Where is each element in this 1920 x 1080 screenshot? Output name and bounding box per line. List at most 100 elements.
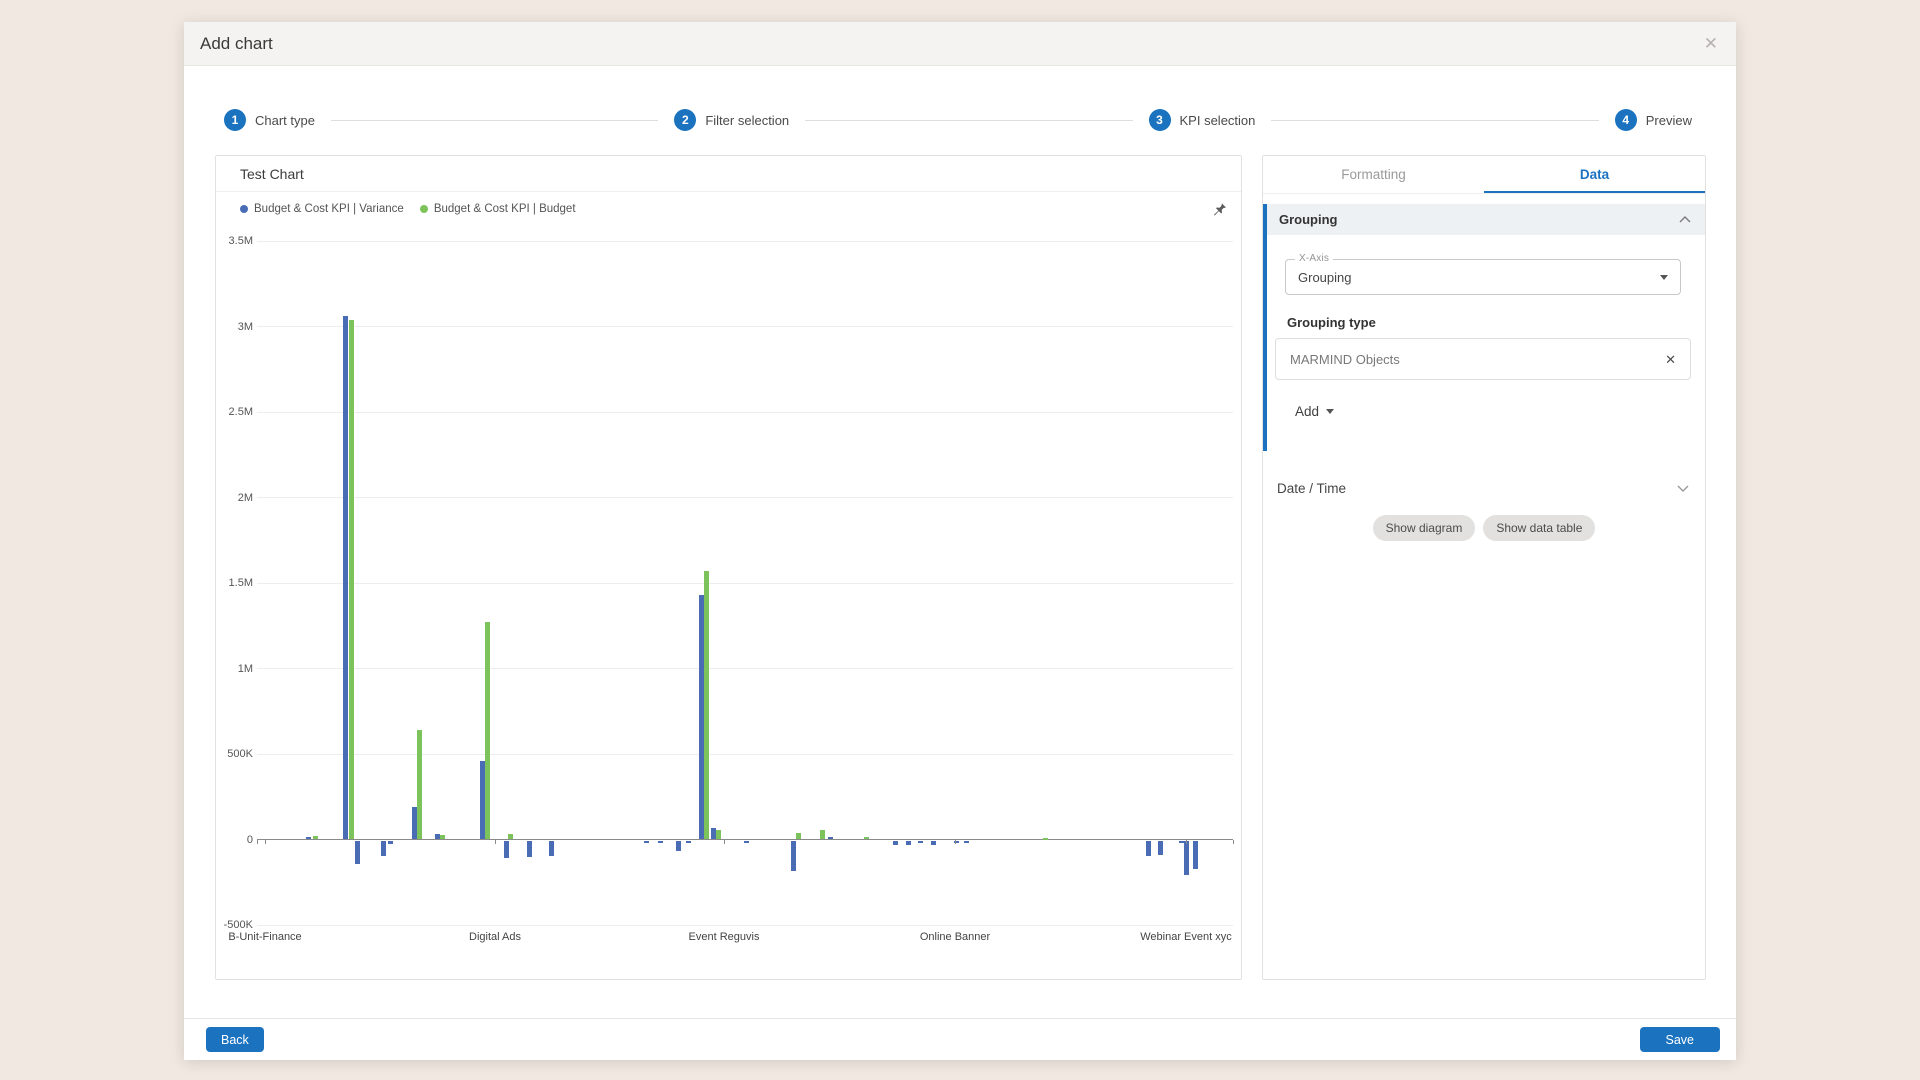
x-axis-category-label: Event Reguvis (689, 931, 760, 943)
tab-data[interactable]: Data (1484, 156, 1705, 193)
bar (964, 841, 969, 843)
bar (791, 841, 796, 872)
x-axis-tick (265, 840, 266, 844)
legend-item-variance[interactable]: Budget & Cost KPI | Variance (240, 203, 404, 215)
y-axis-tick-label: 2.5M (212, 405, 253, 419)
bar (549, 841, 554, 856)
modal-footer: Back Save (184, 1018, 1736, 1060)
bar (676, 841, 681, 851)
add-dropdown-button[interactable]: Add (1295, 404, 1334, 419)
x-axis-category-label: Webinar Event xyc (1140, 931, 1232, 943)
bar (306, 837, 311, 840)
bar (381, 841, 386, 856)
panel-actions: Show diagram Show data table (1263, 515, 1705, 541)
bar (931, 841, 936, 845)
show-data-table-button[interactable]: Show data table (1483, 515, 1595, 541)
bar (704, 571, 709, 839)
grouping-accordion-body: X-Axis Grouping Grouping type MARMIND Ob… (1263, 235, 1705, 451)
bar (313, 836, 318, 839)
chart-legend: Budget & Cost KPI | Variance Budget & Co… (216, 196, 1241, 222)
bar (1158, 841, 1163, 856)
bar (1043, 838, 1048, 840)
bar (644, 841, 649, 843)
legend-item-budget[interactable]: Budget & Cost KPI | Budget (420, 203, 576, 215)
bar (828, 837, 833, 839)
bar (1193, 841, 1198, 869)
x-axis-tick (955, 840, 956, 844)
bar (485, 622, 490, 839)
bar (918, 841, 923, 843)
bar (796, 833, 801, 840)
x-axis-category-label: Online Banner (920, 931, 990, 943)
stepper: 1 Chart type 2 Filter selection 3 KPI se… (184, 100, 1736, 140)
legend-dot-variance (240, 205, 248, 213)
y-axis-tick-label: 1.5M (212, 576, 253, 590)
step-chart-type[interactable]: 1 Chart type (224, 109, 315, 131)
step-kpi-selection[interactable]: 3 KPI selection (1149, 109, 1256, 131)
chevron-up-icon (1679, 216, 1691, 223)
gridline (257, 497, 1233, 498)
bar (820, 830, 825, 839)
grouping-type-input[interactable]: MARMIND Objects ✕ (1275, 338, 1691, 380)
gridline (257, 668, 1233, 669)
gridline (257, 326, 1233, 327)
clear-icon[interactable]: ✕ (1665, 353, 1676, 366)
add-chart-modal: Add chart ✕ 1 Chart type 2 Filter select… (184, 22, 1736, 1060)
panel-tabs: Formatting Data (1263, 156, 1705, 194)
y-axis-tick-label: 3.5M (212, 234, 253, 248)
gridline (257, 583, 1233, 584)
bar (388, 841, 393, 845)
back-button[interactable]: Back (206, 1027, 264, 1052)
bar (686, 841, 691, 844)
settings-panel: Formatting Data Grouping X-Axis Grouping (1262, 155, 1706, 980)
x-axis-category-label: Digital Ads (469, 931, 521, 943)
date-time-section-header[interactable]: Date / Time (1263, 473, 1705, 503)
pin-icon[interactable] (1212, 202, 1227, 217)
stepper-connector (805, 120, 1132, 121)
bar (343, 316, 348, 839)
bar-chart-plot: 3.5M3M2.5M2M1.5M1M500K0-500KB-Unit-Finan… (257, 241, 1233, 925)
grouping-accordion-header[interactable]: Grouping (1263, 204, 1705, 235)
stepper-connector (1271, 120, 1598, 121)
x-axis-select[interactable]: X-Axis Grouping (1285, 259, 1681, 295)
save-button[interactable]: Save (1640, 1027, 1721, 1052)
gridline (257, 925, 1233, 926)
close-icon[interactable]: ✕ (1704, 35, 1718, 52)
x-axis-tick (1186, 840, 1187, 844)
bar (417, 730, 422, 839)
step-filter-selection[interactable]: 2 Filter selection (674, 109, 789, 131)
step-4-badge: 4 (1615, 109, 1637, 131)
x-axis-tick (724, 840, 725, 844)
y-axis-tick-label: 3M (212, 320, 253, 334)
stepper-connector (331, 120, 658, 121)
gridline (257, 241, 1233, 242)
chart-preview-card: Test Chart Budget & Cost KPI | Variance … (215, 155, 1242, 980)
y-axis-tick-label: 1M (212, 662, 253, 676)
step-preview[interactable]: 4 Preview (1615, 109, 1692, 131)
grouping-accordion: Grouping X-Axis Grouping Grouping type M… (1263, 204, 1705, 451)
bar (906, 841, 911, 845)
chevron-down-icon (1660, 275, 1668, 280)
bar (893, 841, 898, 845)
bar (1184, 841, 1189, 875)
bar (658, 841, 663, 843)
page-background: Add chart ✕ 1 Chart type 2 Filter select… (0, 0, 1920, 1080)
grouping-type-label: Grouping type (1287, 315, 1691, 330)
modal-title: Add chart (200, 34, 273, 54)
legend-dot-budget (420, 205, 428, 213)
y-axis-tick-label: -500K (212, 918, 253, 932)
bar (349, 320, 354, 840)
bar (440, 835, 445, 839)
chart-title: Test Chart (216, 156, 1241, 192)
chevron-down-icon (1677, 485, 1689, 492)
x-axis-category-label: B-Unit-Finance (228, 931, 301, 943)
bar (716, 830, 721, 839)
x-axis-tick (1233, 840, 1234, 844)
x-axis-tick (495, 840, 496, 844)
y-axis-tick-label: 500K (212, 747, 253, 761)
bar (504, 841, 509, 858)
show-diagram-button[interactable]: Show diagram (1373, 515, 1476, 541)
bar (527, 841, 532, 857)
gridline (257, 754, 1233, 755)
tab-formatting[interactable]: Formatting (1263, 156, 1484, 193)
